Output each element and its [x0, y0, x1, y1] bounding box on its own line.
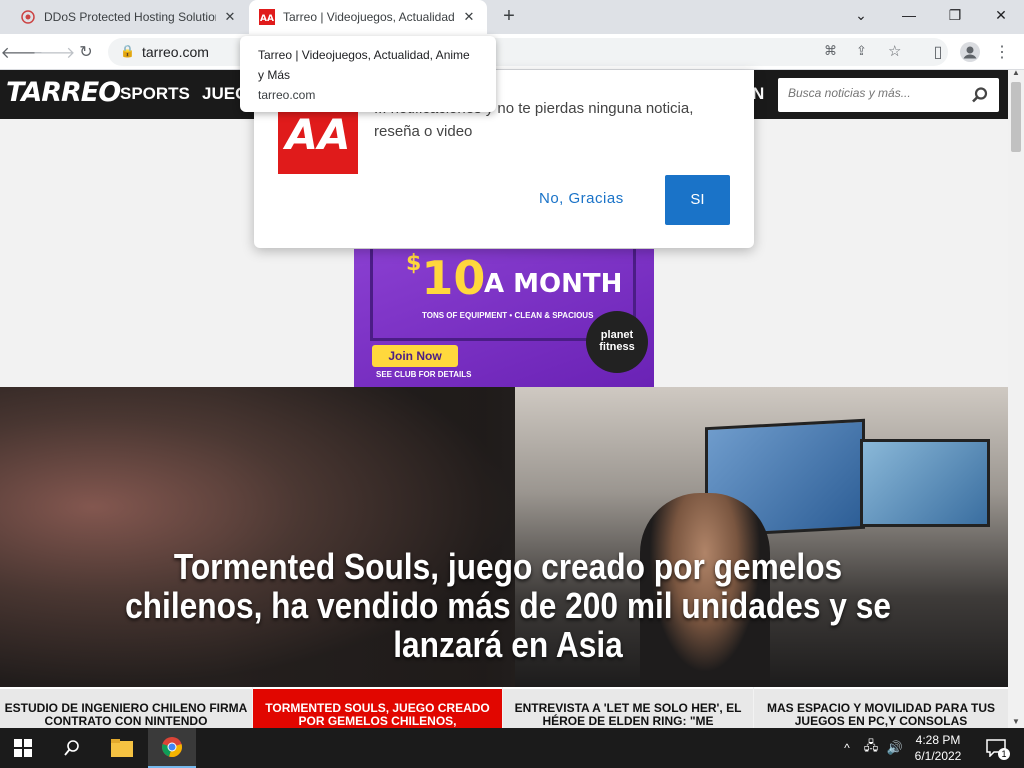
scrollbar-thumb[interactable] [1011, 82, 1021, 152]
file-explorer-icon[interactable] [100, 728, 144, 768]
site-search[interactable] [778, 78, 999, 112]
decline-button[interactable]: No, Gracias [539, 190, 624, 207]
address-bar[interactable]: 🔒 tarreo.com ⌘ ⇪ ☆ [108, 38, 948, 66]
svg-text:AA: AA [282, 110, 350, 159]
menu-kebab-icon[interactable]: ⋮ [990, 40, 1014, 64]
search-icon[interactable] [50, 728, 94, 768]
article-card[interactable]: MAS ESPACIO Y MOVILIDAD PARA TUS JUEGOS … [754, 687, 1008, 728]
search-input[interactable] [788, 86, 968, 100]
close-window-button[interactable]: ✕ [978, 0, 1024, 30]
ad-per-month: A MONTH [484, 269, 623, 299]
scroll-down-icon[interactable]: ▼ [1012, 717, 1020, 726]
article-card[interactable]: ENTREVISTA A 'LET ME SOLO HER', EL HÉROE… [503, 687, 753, 728]
article-card[interactable]: ESTUDIO DE INGENIERO CHILENO FIRMA CONTR… [0, 687, 252, 728]
new-tab-button[interactable]: + [498, 6, 520, 28]
site-logo[interactable]: TARREO [6, 77, 121, 108]
clock-time: 4:28 PM [915, 733, 961, 747]
hover-card-url: tarreo.com [258, 88, 316, 102]
ad-fine-print: SEE CLUB FOR DETAILS [376, 370, 472, 379]
accept-button[interactable]: SI [665, 175, 730, 225]
ad-price: $10 [406, 251, 486, 305]
notification-count-badge: 1 [998, 748, 1010, 760]
hero-monitor-image [860, 439, 990, 527]
tab-ddos-hosting[interactable]: DDoS Protected Hosting Solution ✕ [10, 0, 248, 34]
planet-fitness-logo: planet fitness [586, 311, 648, 373]
article-card-active[interactable]: TORMENTED SOULS, JUEGO CREADO POR GEMELO… [253, 687, 502, 728]
scroll-up-icon[interactable]: ▲ [1012, 68, 1020, 77]
url-text: tarreo.com [142, 44, 209, 60]
hero-article[interactable]: Tormented Souls, juego creado por gemelo… [0, 387, 1008, 687]
ddos-favicon-icon [20, 9, 36, 25]
tab-title: Tarreo | Videojuegos, Actualidad [283, 10, 455, 24]
svg-text:AA: AA [260, 14, 274, 24]
back-icon[interactable]: 🡐 [1, 40, 44, 64]
windows-taskbar: ^ 🖧 🔊 4:28 PM 6/1/2022 1 [0, 728, 1024, 768]
volume-icon[interactable]: 🔊 [884, 728, 906, 768]
reload-icon[interactable]: ↻ [74, 40, 98, 64]
forward-icon[interactable]: 🡒 [33, 40, 76, 64]
side-panel-icon[interactable]: ▯ [926, 40, 950, 64]
tab-tarreo[interactable]: AA Tarreo | Videojuegos, Actualidad ✕ [249, 0, 487, 34]
tab-strip: DDoS Protected Hosting Solution ✕ AA Tar… [0, 0, 1024, 34]
chevron-up-icon[interactable]: ^ [838, 728, 856, 768]
page-scrollbar[interactable]: ▲ ▼ [1008, 68, 1024, 728]
nav-sports[interactable]: SPORTS [120, 84, 190, 104]
bookmark-star-icon[interactable]: ☆ [888, 42, 901, 60]
hover-card-title: Tarreo | Videojuegos, Actualidad, Anime … [258, 48, 470, 82]
maximize-button[interactable]: ❐ [932, 0, 978, 30]
browser-toolbar: 🡐 🡒 ↻ 🔒 tarreo.com ⌘ ⇪ ☆ ▯ ⋮ [0, 34, 1024, 70]
article-strip: ESTUDIO DE INGENIERO CHILENO FIRMA CONTR… [0, 687, 1008, 728]
system-clock[interactable]: 4:28 PM 6/1/2022 [908, 732, 968, 764]
clock-date: 6/1/2022 [914, 749, 962, 763]
search-icon[interactable] [971, 86, 989, 104]
share-icon[interactable]: ⇪ [856, 43, 867, 59]
close-tab-icon[interactable]: ✕ [461, 9, 477, 25]
chrome-taskbar-icon[interactable] [148, 728, 196, 768]
network-icon[interactable]: 🖧 [860, 728, 882, 768]
tab-title: DDoS Protected Hosting Solution [44, 10, 216, 24]
profile-avatar-icon[interactable] [958, 40, 982, 64]
advertisement-banner[interactable]: $10 A MONTH TONS OF EQUIPMENT • CLEAN & … [354, 249, 654, 387]
hero-title[interactable]: Tormented Souls, juego creado por gemelo… [114, 547, 902, 664]
windows-start-icon[interactable] [0, 728, 46, 768]
ad-join-button[interactable]: Join Now [372, 345, 458, 367]
ad-tagline: TONS OF EQUIPMENT • CLEAN & SPACIOUS [422, 311, 594, 320]
lock-icon[interactable]: 🔒 [120, 44, 135, 58]
close-tab-icon[interactable]: ✕ [222, 9, 238, 25]
notification-center-icon[interactable]: 1 [976, 728, 1016, 768]
minimize-button[interactable]: — [886, 0, 932, 30]
tarreo-favicon-icon: AA [259, 9, 275, 25]
translate-icon[interactable]: ⌘ [824, 43, 837, 59]
tab-search-chevron-icon[interactable]: ⌄ [838, 0, 884, 30]
tab-hover-card: Tarreo | Videojuegos, Actualidad, Anime … [240, 36, 496, 112]
